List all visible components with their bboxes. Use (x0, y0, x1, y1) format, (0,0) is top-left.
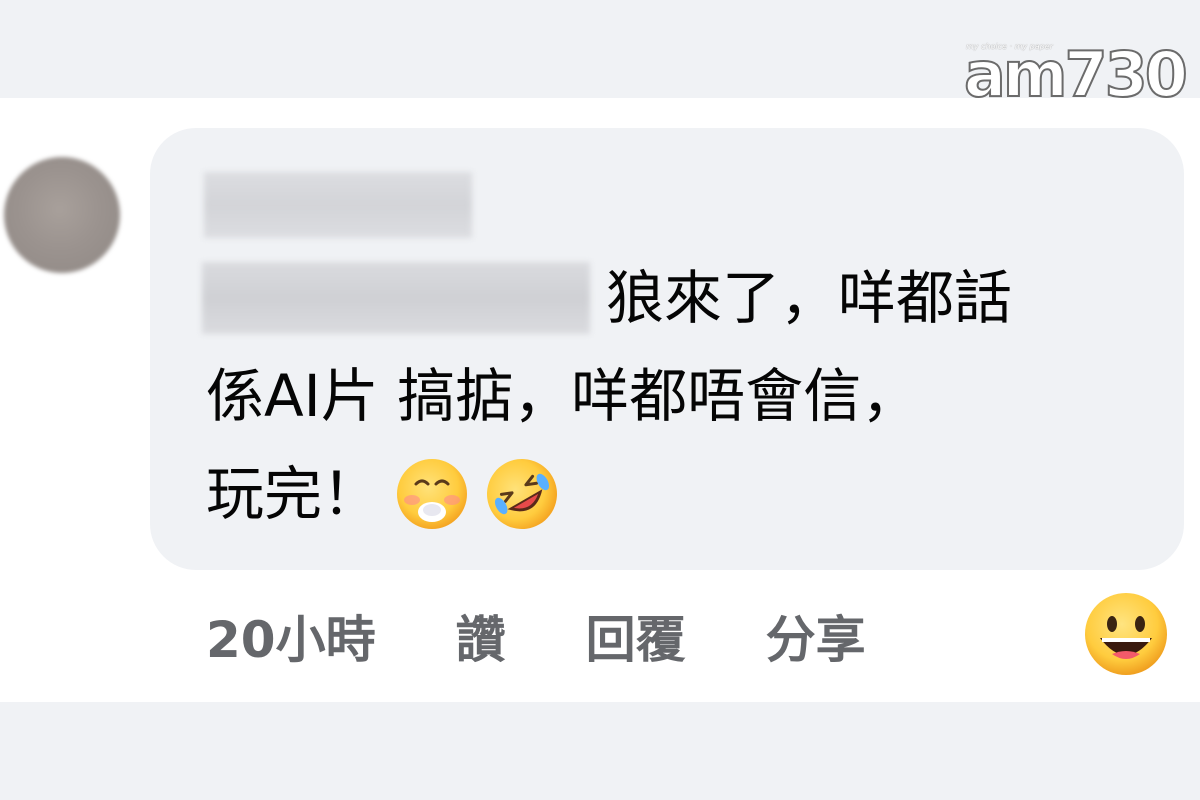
comment-timestamp[interactable]: 20小時 (206, 600, 376, 680)
face-with-hand-over-mouth-icon (394, 456, 470, 532)
watermark-logo: am730 (963, 38, 1189, 111)
watermark-tagline: my choice · my paper (966, 42, 1053, 51)
comment-actions-row: 20小時 讚 回覆 分享 (206, 600, 866, 680)
grinning-face-icon[interactable] (1082, 590, 1170, 678)
redacted-mention (202, 262, 590, 334)
rolling-on-floor-laughing-icon (484, 456, 560, 532)
comment-text-line-2: 係AI片 搞掂，咩都唔會信， (206, 362, 920, 430)
redacted-commenter-name (204, 172, 472, 238)
avatar[interactable] (4, 157, 120, 273)
comment-text-line-1: 狼來了，咩都話 (606, 264, 1013, 332)
comment-text-line-3: 玩完！ (206, 454, 560, 534)
comment-text-line-3-text: 玩完！ (206, 460, 381, 528)
share-button[interactable]: 分享 (766, 600, 866, 680)
am730-watermark: am730 my choice · my paper (963, 38, 1189, 110)
reply-button[interactable]: 回覆 (586, 600, 686, 680)
bottom-background-band (0, 702, 1200, 800)
like-button[interactable]: 讚 (456, 600, 506, 680)
